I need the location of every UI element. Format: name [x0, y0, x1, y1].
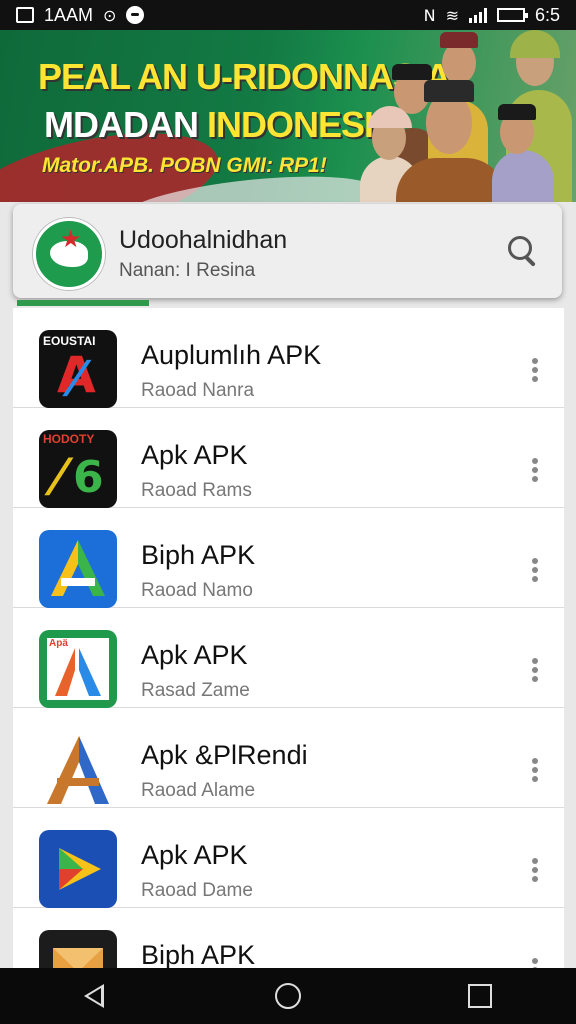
navigation-bar [0, 968, 576, 1024]
battery-icon [496, 8, 528, 22]
status-bar: 1AAM ⊙ N ≋ 6:5 [0, 0, 576, 30]
clock: 6:5 [534, 4, 560, 25]
play-triangle-icon [39, 830, 117, 908]
list-item[interactable]: HODOTY / 6 Apk APK Raoad Rams [13, 408, 564, 508]
nfc-icon: N [423, 5, 436, 25]
banner-subtitle-white: MDADAN [44, 104, 199, 145]
back-icon[interactable] [68, 976, 124, 1016]
sync-icon: ⊙ [103, 5, 117, 25]
app-title: Apk APK [141, 840, 248, 870]
more-options-icon[interactable] [532, 358, 540, 382]
signal-icon [468, 7, 487, 23]
a6-letter-icon: HODOTY / 6 [39, 430, 117, 508]
recent-apps-icon[interactable] [452, 976, 508, 1016]
list-item[interactable]: Apk APK Raoad Dame [13, 808, 564, 908]
app-subtitle: Raoad Rams [141, 480, 252, 501]
more-options-icon[interactable] [532, 458, 540, 482]
app-title: Auplumlıh APK [141, 340, 322, 370]
list-item[interactable]: Apk &PlRendi Raoad Alame [13, 708, 564, 808]
a-map-icon: Apä [39, 630, 117, 708]
a-orange-icon [39, 730, 117, 808]
app-subtitle: Raoad Dame [141, 880, 253, 901]
app-title: Apk APK [141, 640, 248, 670]
app-title: Biph APK [141, 940, 256, 968]
app-subtitle: Raoad Nanra [141, 380, 255, 401]
a-triangle-icon [39, 530, 117, 608]
app-subtitle: Raoad Alame [141, 780, 256, 801]
banner-caption: Mator.APB. POBN GMI: RP1! [42, 154, 327, 177]
list-item[interactable]: Biph APK Raoad Namo [13, 508, 564, 608]
tab-indicator [17, 300, 149, 306]
more-options-icon[interactable] [532, 958, 540, 968]
more-options-icon[interactable] [532, 558, 540, 582]
search-card-title: Udoohalnidhan [119, 226, 288, 254]
screenshot-icon [16, 7, 34, 23]
app-title: Apk APK [141, 440, 248, 470]
wifi-icon: ≋ [445, 5, 459, 25]
app-title: Biph APK [141, 540, 256, 570]
app-list: EOUSTAI A / Auplumlıh APK Raoad Nanra HO… [13, 308, 564, 968]
app-subtitle: Raoad Namo [141, 580, 253, 601]
more-options-icon[interactable] [532, 758, 540, 782]
list-item[interactable]: Apä Apk APK Rasad Zame [13, 608, 564, 708]
promo-banner[interactable]: PEAL AN U-RIDONNASIA MDADAN INDONESIA Ma… [0, 30, 576, 202]
app-logo-icon: ★ [33, 218, 105, 290]
banner-people-image [360, 30, 576, 202]
banner-subtitle: MDADAN INDONESIA [44, 104, 399, 146]
a-letter-icon: EOUSTAI A / [39, 330, 117, 408]
chat-icon [126, 6, 145, 24]
carrier-label: 1AAM [44, 4, 94, 25]
search-card-subtitle: Nanan: I Resina [119, 260, 256, 281]
app-title: Apk &PlRendi [141, 740, 308, 770]
list-item[interactable]: EOUSTAI A / Auplumlıh APK Raoad Nanra [13, 308, 564, 408]
more-options-icon[interactable] [532, 858, 540, 882]
envelope-icon [39, 930, 117, 968]
more-options-icon[interactable] [532, 658, 540, 682]
list-item[interactable]: Biph APK [13, 908, 564, 968]
app-subtitle: Rasad Zame [141, 680, 250, 701]
search-icon[interactable] [504, 232, 540, 268]
app-search-card[interactable]: ★ Udoohalnidhan Nanan: I Resina [13, 204, 562, 298]
home-icon[interactable] [260, 976, 316, 1016]
